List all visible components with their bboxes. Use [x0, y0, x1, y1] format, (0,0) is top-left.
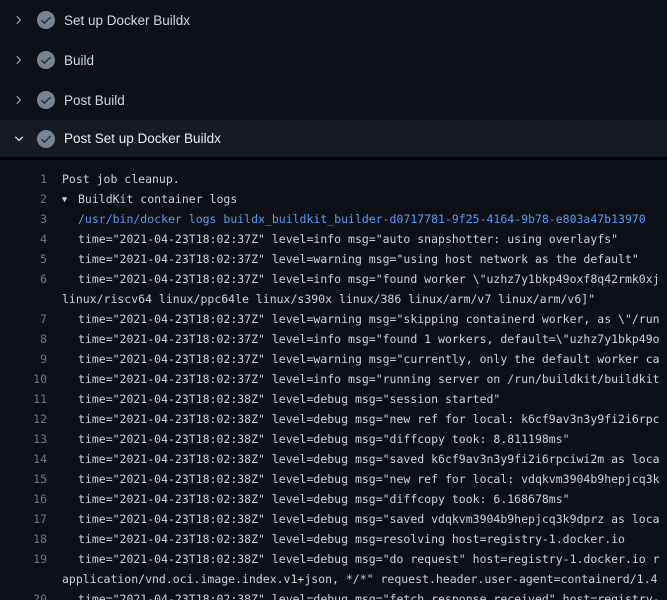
log-text: time="2021-04-23T18:02:38Z" level=debug …: [62, 589, 660, 600]
log-line: linux/riscv64 linux/ppc64le linux/s390x …: [0, 289, 667, 309]
check-circle-icon: [37, 91, 55, 109]
log-line: 7 time="2021-04-23T18:02:37Z" level=warni…: [0, 309, 667, 329]
step-label: Post Set up Docker Buildx: [64, 131, 221, 146]
log-line: 17 time="2021-04-23T18:02:38Z" level=debu…: [0, 509, 667, 529]
line-number[interactable]: 2: [0, 189, 47, 209]
log-line: 13 time="2021-04-23T18:02:38Z" level=debu…: [0, 429, 667, 449]
step-label: Set up Docker Buildx: [64, 13, 190, 28]
log-line: 8 time="2021-04-23T18:02:37Z" level=info …: [0, 329, 667, 349]
line-number: [0, 289, 47, 309]
log-line: 4 time="2021-04-23T18:02:37Z" level=info …: [0, 229, 667, 249]
log-text: time="2021-04-23T18:02:38Z" level=debug …: [62, 549, 660, 569]
log-line: 5 time="2021-04-23T18:02:37Z" level=warni…: [0, 249, 667, 269]
log-text: time="2021-04-23T18:02:37Z" level=warnin…: [62, 349, 660, 369]
line-number[interactable]: 15: [0, 469, 47, 489]
check-circle-icon: [37, 51, 55, 69]
line-number: [0, 569, 47, 589]
log-text: time="2021-04-23T18:02:38Z" level=debug …: [62, 429, 570, 449]
log-text: application/vnd.oci.image.index.v1+json,…: [62, 569, 657, 589]
log-text: Post job cleanup.: [62, 169, 180, 189]
triangle-down-icon[interactable]: ▼: [62, 190, 78, 210]
line-number[interactable]: 5: [0, 249, 47, 269]
log-line: 19 time="2021-04-23T18:02:38Z" level=debu…: [0, 549, 667, 569]
log-text: time="2021-04-23T18:02:37Z" level=warnin…: [62, 249, 639, 269]
step-label: Post Build: [64, 93, 125, 108]
line-number[interactable]: 8: [0, 329, 47, 349]
log-line: 15 time="2021-04-23T18:02:38Z" level=debu…: [0, 469, 667, 489]
line-number[interactable]: 17: [0, 509, 47, 529]
line-number[interactable]: 14: [0, 449, 47, 469]
steps-list: Set up Docker Buildx Build Post Build Post …: [0, 0, 667, 160]
log-line: 11 time="2021-04-23T18:02:38Z" level=debu…: [0, 389, 667, 409]
step-header-set-up-docker-buildx[interactable]: Set up Docker Buildx: [0, 0, 667, 40]
log-text: ▼BuildKit container logs: [62, 189, 237, 209]
line-number[interactable]: 12: [0, 409, 47, 429]
step-header-build[interactable]: Build: [0, 40, 667, 80]
log-group-label: BuildKit container logs: [78, 192, 237, 206]
log-line: application/vnd.oci.image.index.v1+json,…: [0, 569, 667, 589]
chevron-right-icon[interactable]: [13, 14, 25, 26]
line-number[interactable]: 3: [0, 209, 47, 229]
log-line: 9 time="2021-04-23T18:02:37Z" level=warni…: [0, 349, 667, 369]
step-header-post-set-up-docker-buildx[interactable]: Post Set up Docker Buildx: [0, 120, 667, 160]
log-text: /usr/bin/docker logs buildx_buildkit_bui…: [62, 209, 646, 229]
log-text: time="2021-04-23T18:02:38Z" level=debug …: [62, 409, 660, 429]
line-number[interactable]: 9: [0, 349, 47, 369]
log-text: time="2021-04-23T18:02:38Z" level=debug …: [62, 389, 500, 409]
chevron-right-icon[interactable]: [13, 94, 25, 106]
log-text: time="2021-04-23T18:02:37Z" level=info m…: [62, 229, 618, 249]
line-number[interactable]: 16: [0, 489, 47, 509]
chevron-right-icon[interactable]: [13, 54, 25, 66]
line-number[interactable]: 1: [0, 169, 47, 189]
log-command-row: 3/usr/bin/docker logs buildx_buildkit_bu…: [0, 209, 667, 229]
check-circle-icon: [37, 130, 55, 148]
line-number[interactable]: 19: [0, 549, 47, 569]
log-line: 18 time="2021-04-23T18:02:38Z" level=debu…: [0, 529, 667, 549]
log-text: linux/riscv64 linux/ppc64le linux/s390x …: [62, 289, 595, 309]
line-number[interactable]: 11: [0, 389, 47, 409]
log-line: 10 time="2021-04-23T18:02:37Z" level=info…: [0, 369, 667, 389]
log-text: time="2021-04-23T18:02:37Z" level=warnin…: [62, 309, 660, 329]
step-header-post-build[interactable]: Post Build: [0, 80, 667, 120]
line-number[interactable]: 20: [0, 589, 47, 600]
log-text: time="2021-04-23T18:02:37Z" level=info m…: [62, 369, 660, 389]
line-number[interactable]: 13: [0, 429, 47, 449]
log-line: 14 time="2021-04-23T18:02:38Z" level=debu…: [0, 449, 667, 469]
step-label: Build: [64, 53, 94, 68]
log-text: time="2021-04-23T18:02:37Z" level=info m…: [62, 269, 660, 289]
check-circle-icon: [37, 11, 55, 29]
log-line: 1 Post job cleanup.: [0, 169, 667, 189]
log-text: time="2021-04-23T18:02:38Z" level=debug …: [62, 529, 625, 549]
log-text: time="2021-04-23T18:02:37Z" level=info m…: [62, 329, 660, 349]
log-text: time="2021-04-23T18:02:38Z" level=debug …: [62, 509, 660, 529]
log-group-row[interactable]: 2 ▼BuildKit container logs: [0, 189, 667, 209]
chevron-down-icon[interactable]: [13, 133, 25, 145]
log-line: 6 time="2021-04-23T18:02:37Z" level=info …: [0, 269, 667, 289]
line-number[interactable]: 10: [0, 369, 47, 389]
actions-log-panel: Set up Docker Buildx Build Post Build Post …: [0, 0, 667, 600]
line-number[interactable]: 7: [0, 309, 47, 329]
log-text: time="2021-04-23T18:02:38Z" level=debug …: [62, 449, 660, 469]
line-number[interactable]: 4: [0, 229, 47, 249]
line-number[interactable]: 18: [0, 529, 47, 549]
log-text: time="2021-04-23T18:02:38Z" level=debug …: [62, 489, 570, 509]
log-viewer: 1 Post job cleanup. 2 ▼BuildKit container l…: [0, 160, 667, 600]
log-line: 16 time="2021-04-23T18:02:38Z" level=debu…: [0, 489, 667, 509]
log-line: 20 time="2021-04-23T18:02:38Z" level=debu…: [0, 589, 667, 600]
log-line: 12 time="2021-04-23T18:02:38Z" level=debu…: [0, 409, 667, 429]
line-number[interactable]: 6: [0, 269, 47, 289]
log-text: time="2021-04-23T18:02:38Z" level=debug …: [62, 469, 660, 489]
